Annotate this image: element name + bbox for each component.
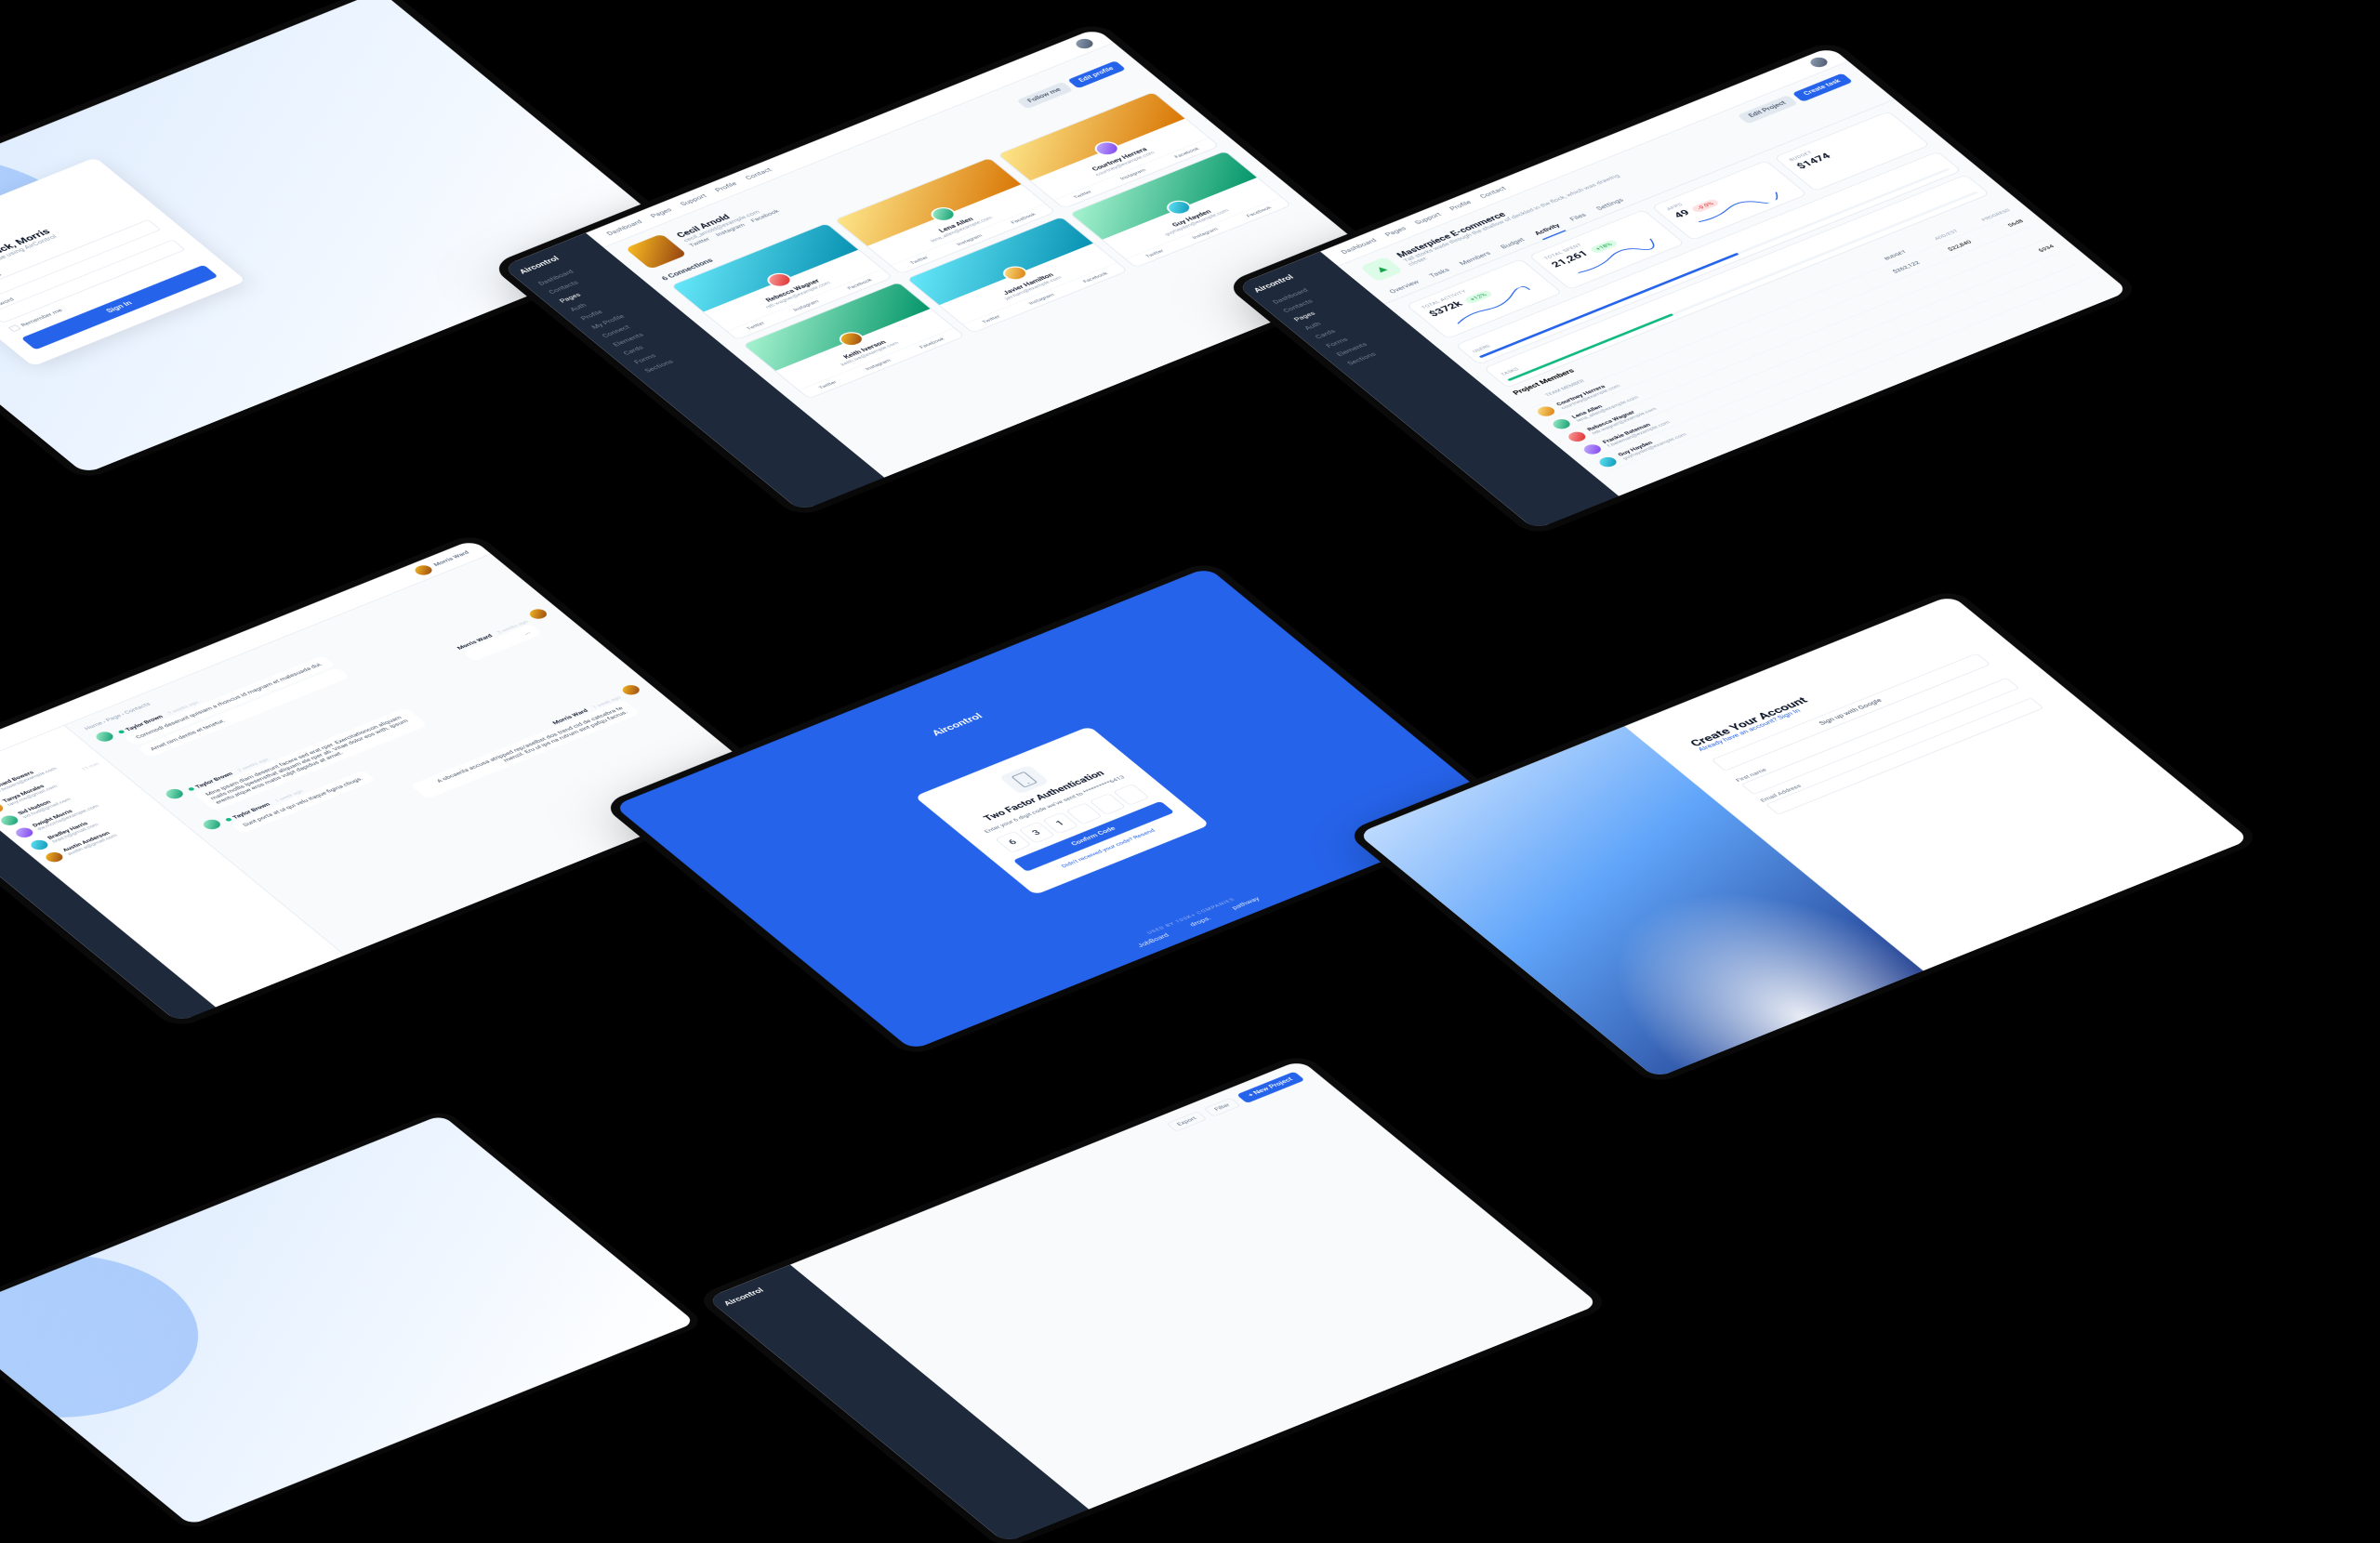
- new-project-button[interactable]: + New Project: [1236, 1072, 1305, 1103]
- brand-logo: Aircontrol: [930, 712, 985, 738]
- nav-item[interactable]: Contact: [1478, 186, 1508, 200]
- tfa-card: Two Factor Authentication Enter your 6 d…: [915, 726, 1210, 895]
- remember-checkbox[interactable]: [8, 324, 21, 332]
- header-avatar[interactable]: [1073, 37, 1096, 50]
- edit-profile-button[interactable]: Edit profile: [1067, 60, 1126, 88]
- nav-item[interactable]: Support: [1413, 212, 1443, 226]
- brand-logo: Aircontrol: [721, 1273, 797, 1307]
- export-button[interactable]: Export: [1166, 1111, 1208, 1131]
- nav-item[interactable]: Profile: [1448, 200, 1474, 212]
- project-logo-icon: ▲: [1359, 257, 1403, 282]
- phone-icon: [998, 765, 1051, 795]
- follow-button[interactable]: Follow me: [1016, 82, 1074, 110]
- nav-item[interactable]: Pages: [650, 207, 674, 219]
- filter-button[interactable]: Filter: [1203, 1098, 1240, 1117]
- header-avatar[interactable]: [1807, 56, 1831, 69]
- nav-item[interactable]: Contact: [744, 167, 774, 181]
- header-avatar[interactable]: [412, 563, 435, 576]
- nav-item[interactable]: Profile: [714, 181, 739, 193]
- nav-item[interactable]: Support: [679, 193, 708, 207]
- resend-link[interactable]: Resend: [1131, 828, 1157, 840]
- profile-avatar: [625, 233, 687, 269]
- nav-item[interactable]: Pages: [1384, 226, 1408, 238]
